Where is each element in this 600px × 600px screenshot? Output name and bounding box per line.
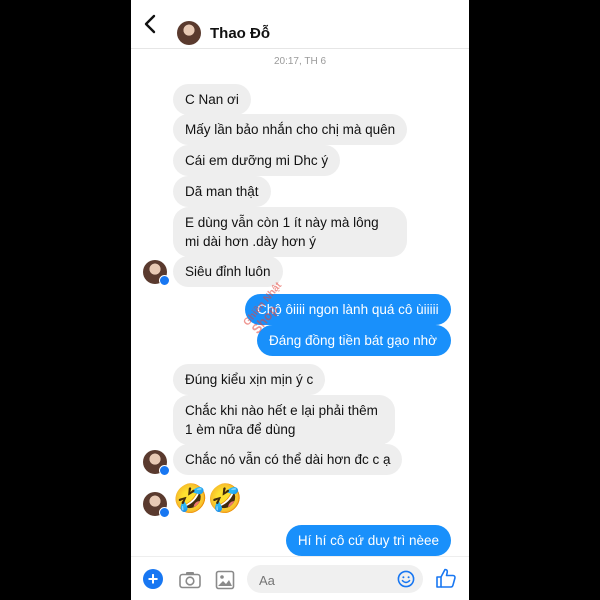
emoji-icon[interactable]	[397, 570, 415, 588]
message-incoming[interactable]: Chắc khi nào hết e lại phải thêm 1 èm nữ…	[173, 395, 395, 445]
back-arrow-icon[interactable]	[139, 12, 163, 36]
message-input[interactable]	[257, 569, 391, 591]
message-incoming[interactable]: Dã man thật	[173, 176, 271, 207]
message-incoming[interactable]: Cái em dưỡng mi Dhc ý	[173, 145, 341, 176]
sender-avatar[interactable]	[143, 260, 170, 286]
message-incoming[interactable]: C Nan ơi	[173, 84, 251, 115]
message-field[interactable]	[247, 565, 423, 593]
contact-name[interactable]: Thao Đỗ	[210, 25, 270, 42]
add-icon[interactable]: +	[143, 569, 163, 589]
sender-avatar[interactable]	[143, 450, 170, 476]
message-incoming[interactable]: Mấy lần bảo nhắn cho chị mà quên	[173, 114, 408, 145]
chat-header: Thao Đỗ	[131, 0, 469, 49]
messenger-badge-icon	[159, 465, 170, 476]
chat-screen: Thao Đỗ 20:17, TH 6 C Nan ơi Mấy lần bảo…	[131, 0, 469, 600]
message-incoming[interactable]: E dùng vẫn còn 1 ít này mà lông mi dài h…	[173, 207, 407, 257]
message-outgoing[interactable]: Hí hí cô cứ duy trì nèee	[285, 525, 451, 556]
message-timestamp: 20:17, TH 6	[273, 56, 327, 67]
thumbs-up-icon[interactable]	[435, 567, 457, 589]
camera-icon[interactable]	[179, 571, 201, 589]
composer-bar: +	[131, 556, 469, 600]
message-incoming[interactable]: Đúng kiểu xịn mịn ý c	[173, 364, 326, 395]
messenger-badge-icon	[159, 275, 170, 286]
image-icon[interactable]	[215, 570, 235, 590]
message-incoming[interactable]: Siêu đỉnh luôn	[173, 256, 283, 287]
emoji-message[interactable]: 🤣🤣	[173, 484, 243, 514]
message-incoming[interactable]: Chắc nó vẫn có thể dài hơn đc c ạ	[173, 444, 403, 475]
messenger-badge-icon	[159, 507, 170, 518]
contact-avatar[interactable]	[177, 21, 201, 45]
sender-avatar[interactable]	[143, 492, 170, 518]
